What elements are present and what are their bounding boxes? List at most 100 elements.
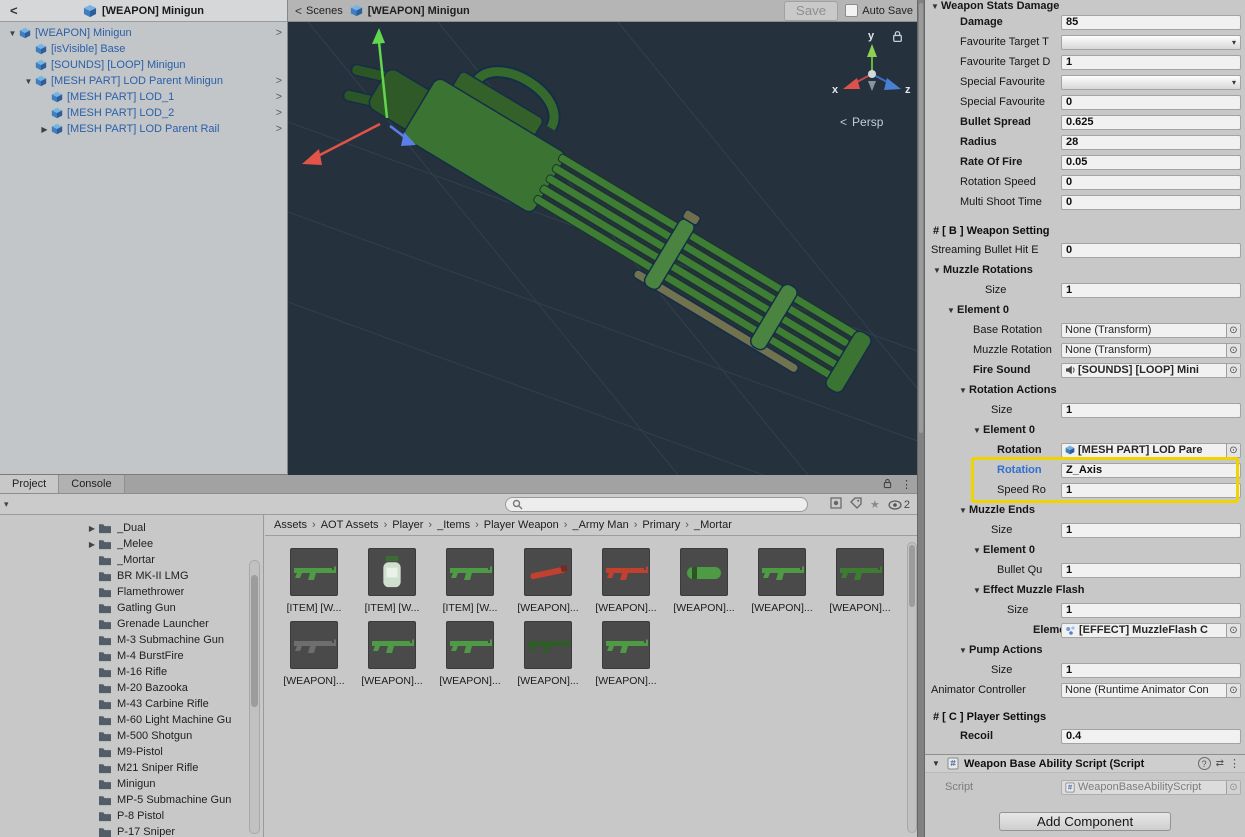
help-icon[interactable]: ? [1197, 757, 1211, 770]
asset-item[interactable]: [ITEM] [W... [353, 548, 431, 614]
breadcrumb-item[interactable]: Player Weapon [484, 519, 559, 531]
folder-item[interactable]: BR MK-II LMG [0, 568, 250, 584]
scene-lock-icon[interactable] [892, 30, 903, 46]
folder-item[interactable]: M9-Pistol [0, 744, 250, 760]
prefab-stage-tab[interactable]: [WEAPON] Minigun [350, 4, 470, 17]
prefab-open-chevron-icon[interactable]: > [276, 91, 282, 103]
breadcrumb-item[interactable]: _Army Man [572, 519, 628, 531]
asset-item[interactable]: [WEAPON]... [353, 621, 431, 687]
fire-sound-object-field[interactable]: [SOUNDS] [LOOP] Mini ⊙ [1061, 362, 1241, 378]
folder-item[interactable]: M-43 Carbine Rifle [0, 696, 250, 712]
search-input[interactable] [528, 498, 801, 511]
tab-project[interactable]: Project [0, 475, 60, 493]
object-picker-icon[interactable]: ⊙ [1226, 343, 1240, 357]
asset-item[interactable]: [ITEM] [W... [431, 548, 509, 614]
panel-menu-icon[interactable]: ⋮ [901, 478, 912, 491]
favourite-target-dropdown[interactable]: ▾ [1061, 34, 1241, 50]
foldout-muzzle-ends[interactable]: ▼ Muzzle Ends [925, 500, 1245, 520]
add-component-button[interactable]: Add Component [999, 812, 1171, 831]
inspector-scrollbar[interactable] [917, 0, 925, 837]
foldout-element0[interactable]: ▼ Element 0 [925, 540, 1245, 560]
streaming-bullet-input[interactable]: 0 [1061, 242, 1241, 258]
auto-save-checkbox[interactable] [845, 4, 859, 17]
prefab-back-icon[interactable]: < [10, 3, 18, 18]
folder-scrollbar[interactable] [249, 560, 260, 834]
folder-item[interactable]: P-8 Pistol [0, 808, 250, 824]
hierarchy-item-lod-1[interactable]: [MESH PART] LOD_1 > [0, 89, 287, 105]
asset-item[interactable]: [ITEM] [W... [275, 548, 353, 614]
folder-item[interactable]: M21 Sniper Rifle [0, 760, 250, 776]
folder-item[interactable]: MP-5 Submachine Gun [0, 792, 250, 808]
presets-icon[interactable]: ⇄ [1216, 758, 1224, 769]
breadcrumb-item[interactable]: Primary [642, 519, 680, 531]
folder-item[interactable]: Flamethrower [0, 584, 250, 600]
hierarchy-item-lod-2[interactable]: [MESH PART] LOD_2 > [0, 105, 287, 121]
search-by-label-icon[interactable] [850, 497, 862, 512]
foldout-pump-actions[interactable]: ▼ Pump Actions [925, 640, 1245, 660]
foldout-closed-icon[interactable]: ▶ [86, 540, 98, 549]
scene-viewport[interactable]: y x z < Persp [288, 22, 920, 475]
foldout-open-icon[interactable]: ▼ [22, 77, 35, 86]
hierarchy-item-lod-parent-rail[interactable]: ▶ [MESH PART] LOD Parent Rail > [0, 121, 287, 137]
create-menu-icon[interactable]: ▾ [4, 499, 9, 510]
muzzle-rotation-object-field[interactable]: None (Transform) ⊙ [1061, 342, 1241, 358]
foldout-rotation-actions[interactable]: ▼ Rotation Actions [925, 380, 1245, 400]
hierarchy-item-weapon-minigun[interactable]: ▼ [WEAPON] Minigun > [0, 25, 287, 41]
size-input[interactable]: 1 [1061, 402, 1241, 418]
object-picker-icon[interactable]: ⊙ [1226, 623, 1240, 637]
foldout-weapon-stats[interactable]: ▼ Weapon Stats Damage [925, 0, 1245, 12]
foldout-muzzle-rotations[interactable]: ▼ Muzzle Rotations [925, 260, 1245, 280]
rotation-axis-field[interactable]: Z_Axis [1061, 462, 1241, 478]
panel-lock-icon[interactable] [883, 478, 892, 492]
folder-item[interactable]: ▶ _Dual [0, 520, 250, 536]
perspective-indicator[interactable]: < Persp [840, 115, 883, 129]
folder-item[interactable]: M-16 Rifle [0, 664, 250, 680]
auto-save-toggle[interactable]: Auto Save [845, 4, 913, 17]
base-rotation-object-field[interactable]: None (Transform) ⊙ [1061, 322, 1241, 338]
damage-input[interactable]: 85 [1061, 14, 1241, 30]
folder-item[interactable]: P-17 Sniper [0, 824, 250, 837]
folder-item[interactable]: M-3 Submachine Gun [0, 632, 250, 648]
asset-item[interactable]: [WEAPON]... [587, 548, 665, 614]
effect-object-field[interactable]: [EFFECT] MuzzleFlash C ⊙ [1061, 622, 1241, 638]
asset-item[interactable]: [WEAPON]... [743, 548, 821, 614]
hierarchy-item-isvisible-base[interactable]: [isVisible] Base [0, 41, 287, 57]
object-picker-icon[interactable]: ⊙ [1226, 323, 1240, 337]
animator-controller-object-field[interactable]: None (Runtime Animator Con ⊙ [1061, 682, 1241, 698]
project-search[interactable] [505, 497, 808, 512]
breadcrumb-item[interactable]: Player [392, 519, 423, 531]
foldout-element0[interactable]: ▼ Element 0 [925, 300, 1245, 320]
folder-item[interactable]: Minigun [0, 776, 250, 792]
scene-back-breadcrumb[interactable]: < Scenes [295, 4, 343, 18]
object-picker-icon[interactable]: ⊙ [1226, 363, 1240, 377]
prefab-open-chevron-icon[interactable]: > [276, 123, 282, 135]
rate-of-fire-input[interactable]: 0.05 [1061, 154, 1241, 170]
size-input[interactable]: 1 [1061, 282, 1241, 298]
folder-item[interactable]: Gatling Gun [0, 600, 250, 616]
foldout-open-icon[interactable]: ▼ [6, 29, 19, 38]
folder-item[interactable]: _Mortar [0, 552, 250, 568]
bullet-qu-input[interactable]: 1 [1061, 562, 1241, 578]
breadcrumb-item[interactable]: _Mortar [694, 519, 732, 531]
folder-item[interactable]: M-60 Light Machine Gu [0, 712, 250, 728]
object-picker-icon[interactable]: ⊙ [1226, 683, 1240, 697]
breadcrumb-item[interactable]: _Items [437, 519, 470, 531]
asset-item[interactable]: [WEAPON]... [509, 621, 587, 687]
folder-item[interactable]: Grenade Launcher [0, 616, 250, 632]
foldout-effect-muzzle-flash[interactable]: ▼ Effect Muzzle Flash [925, 580, 1245, 600]
breadcrumb-item[interactable]: AOT Assets [321, 519, 379, 531]
multi-shoot-time-input[interactable]: 0 [1061, 194, 1241, 210]
folder-item[interactable]: M-500 Shotgun [0, 728, 250, 744]
rotation-speed-input[interactable]: 0 [1061, 174, 1241, 190]
foldout-closed-icon[interactable]: ▶ [38, 125, 51, 134]
asset-scrollbar[interactable] [907, 542, 917, 833]
save-button[interactable]: Save [783, 0, 839, 21]
favourite-target-d-input[interactable]: 1 [1061, 54, 1241, 70]
component-header-weapon-base-ability[interactable]: ▼ Weapon Base Ability Script (Script ? ⇄… [925, 754, 1245, 773]
component-menu-icon[interactable]: ⋮ [1229, 757, 1240, 770]
search-by-type-icon[interactable] [830, 497, 842, 512]
tab-console[interactable]: Console [59, 475, 125, 493]
asset-item[interactable]: [WEAPON]... [587, 621, 665, 687]
foldout-element0[interactable]: ▼ Element 0 [925, 420, 1245, 440]
size-input[interactable]: 1 [1061, 522, 1241, 538]
